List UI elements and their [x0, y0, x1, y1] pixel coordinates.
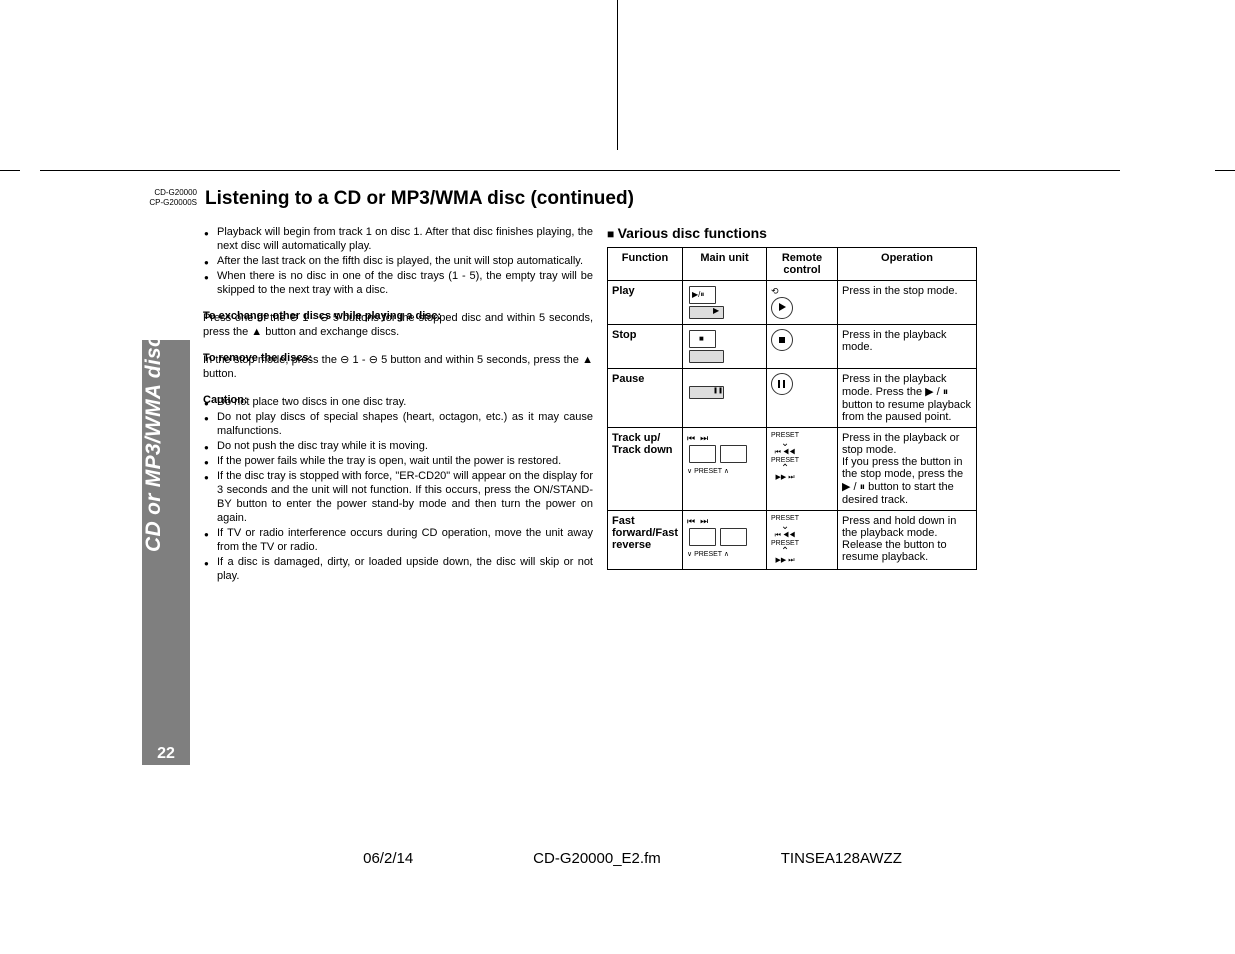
heading-exchange: To exchange other discs while playing a …	[203, 309, 593, 310]
main-unit-ff-icon: ⏮ ⏭ ∨ PRESET ∧	[683, 511, 767, 570]
remote-preset-icon: PRESET⌄⏮ ◀◀PRESET⌃▶▶ ⏭	[767, 428, 838, 511]
right-column: Various disc functions Function Main uni…	[607, 225, 987, 570]
intro-bullets: Playback will begin from track 1 on disc…	[203, 225, 593, 297]
footer-code: TINSEA128AWZZ	[781, 850, 902, 867]
footer-date: 06/2/14	[363, 850, 413, 867]
main-unit-stop-icon: ■	[683, 325, 767, 369]
model-codes: CD-G20000CP-G20000S	[142, 188, 197, 208]
table-row: Track up/ Track down ⏮ ⏭ ∨ PRESET ∧ PRES…	[608, 428, 977, 511]
main-unit-pause-icon: ❚❚	[683, 369, 767, 428]
table-row: Pause ❚❚ Press in the playback mode. Pre…	[608, 369, 977, 428]
side-section-label: CD or MP3/WMA disc Playback	[142, 235, 166, 552]
th-remote: Remote control	[767, 248, 838, 281]
th-operation: Operation	[838, 248, 977, 281]
text-exchange: Press one of the ⊖ 1 - ⊖ 5 buttons for t…	[203, 311, 593, 339]
table-row: Fast forward/Fast reverse ⏮ ⏭ ∨ PRESET ∧…	[608, 511, 977, 570]
left-column: Playback will begin from track 1 on disc…	[203, 225, 593, 589]
main-unit-play-icon: ▶/⏸ ▶	[683, 281, 767, 325]
heading-caution: Caution:	[203, 393, 593, 394]
th-main-unit: Main unit	[683, 248, 767, 281]
th-function: Function	[608, 248, 683, 281]
text-remove: In the stop mode, press the ⊖ 1 - ⊖ 5 bu…	[203, 353, 593, 381]
table-row: Stop ■ Press in the playback mode.	[608, 325, 977, 369]
heading-remove: To remove the discs:	[203, 351, 593, 352]
functions-table: Function Main unit Remote control Operat…	[607, 247, 977, 570]
footer-file: CD-G20000_E2.fm	[533, 850, 661, 867]
caution-bullets: Do not place two discs in one disc tray.…	[203, 395, 593, 583]
main-unit-track-icon: ⏮ ⏭ ∨ PRESET ∧	[683, 428, 767, 511]
subheading-functions: Various disc functions	[607, 225, 987, 241]
remote-preset-icon-2: PRESET⌄⏮ ◀◀PRESET⌃▶▶ ⏭	[767, 511, 838, 570]
remote-play-icon: ⟲	[767, 281, 838, 325]
page-number: 22	[142, 745, 190, 763]
remote-stop-icon	[767, 325, 838, 369]
remote-pause-icon	[767, 369, 838, 428]
table-row: Play ▶/⏸ ▶ ⟲ Press in the stop mode.	[608, 281, 977, 325]
page-title: Listening to a CD or MP3/WMA disc (conti…	[205, 188, 634, 210]
footer: 06/2/14 CD-G20000_E2.fm TINSEA128AWZZ	[145, 850, 1120, 867]
